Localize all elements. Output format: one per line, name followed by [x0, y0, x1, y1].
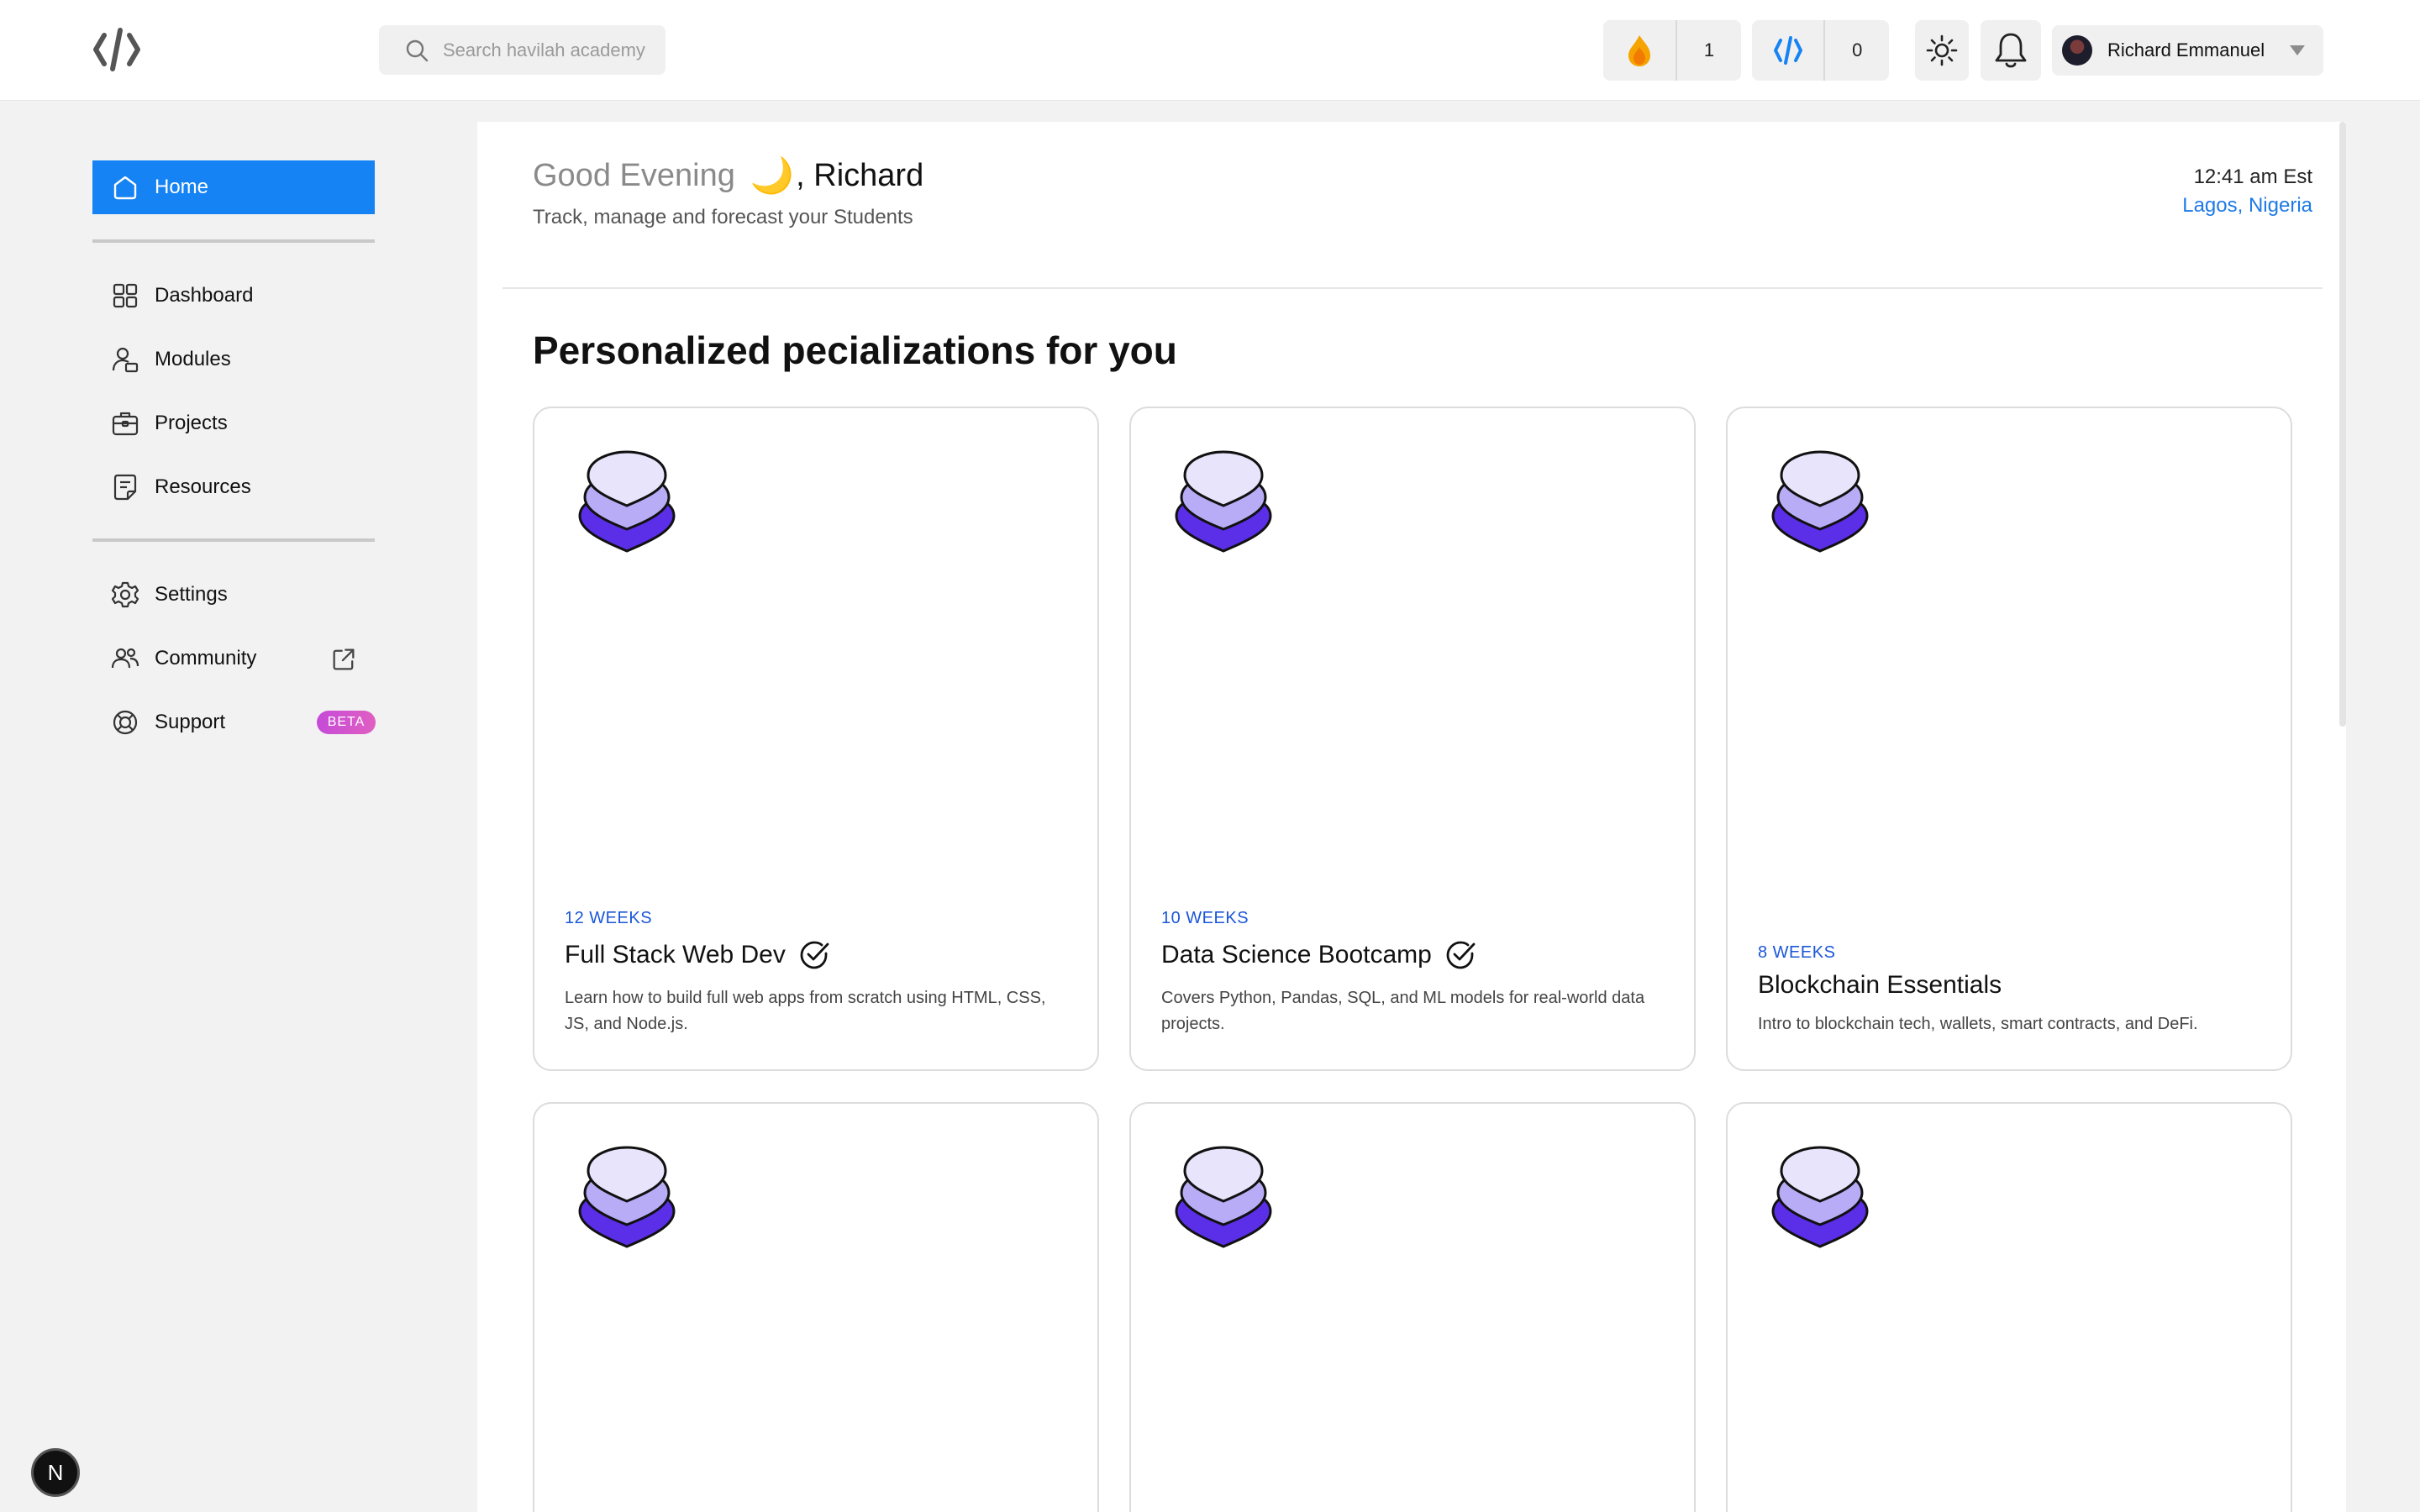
- greeting-text: Good Evening: [533, 158, 735, 193]
- main-scrollbar[interactable]: [2339, 122, 2346, 727]
- sidebar-item-support[interactable]: Support BETA: [92, 696, 376, 749]
- sidebar-item-dashboard[interactable]: Dashboard: [92, 269, 375, 323]
- local-time: 12:41 am Est: [2193, 165, 2312, 188]
- sidebar-item-label: Community: [155, 647, 257, 669]
- chevron-down-icon: [2290, 45, 2306, 55]
- card-duration: 8 WEEKS: [1758, 943, 1836, 962]
- sidebar-item-community[interactable]: Community: [92, 632, 375, 685]
- card-title: Full Stack Web Dev: [565, 941, 786, 969]
- home-icon: [113, 176, 137, 200]
- user-name: Richard Emmanuel: [2107, 39, 2265, 60]
- layers-stack-icon: [1771, 450, 1869, 553]
- streak-counter[interactable]: 1: [1603, 20, 1741, 81]
- specialization-card[interactable]: 12 WEEKS Full Stack Web Dev Learn how to…: [533, 407, 1099, 1071]
- card-description: Intro to blockchain tech, wallets, smart…: [1758, 1015, 2198, 1033]
- specialization-card[interactable]: [1726, 1102, 2292, 1512]
- specialization-card[interactable]: [1129, 1102, 1696, 1512]
- layers-stack-icon: [1175, 450, 1272, 553]
- greeting-name: , Richard: [796, 158, 924, 193]
- card-description: Learn how to build full web apps from sc…: [565, 989, 1046, 1033]
- sidebar-item-label: Resources: [155, 475, 251, 498]
- sun-icon: [1926, 34, 1958, 66]
- briefcase-icon: [112, 412, 139, 436]
- sidebar-item-modules[interactable]: Modules: [92, 333, 375, 386]
- avatar: [2062, 35, 2092, 66]
- bell-icon: [1995, 33, 2027, 68]
- sidebar-item-resources[interactable]: Resources: [92, 460, 375, 514]
- card-title: Data Science Bootcamp: [1161, 941, 1432, 969]
- external-link-icon[interactable]: [329, 645, 358, 674]
- sidebar-item-label: Support: [155, 711, 226, 733]
- sidebar-divider: [92, 239, 375, 243]
- sidebar-item-label: Projects: [155, 412, 228, 434]
- card-description: Covers Python, Pandas, SQL, and ML model…: [1161, 989, 1645, 1033]
- users-icon: [111, 648, 139, 669]
- location-link[interactable]: Lagos, Nigeria: [2182, 194, 2312, 218]
- layers-stack-icon: [1175, 1146, 1272, 1248]
- code-points-counter[interactable]: 0: [1752, 20, 1889, 81]
- sidebar-item-label: Modules: [155, 348, 231, 370]
- main-panel: Good Evening 🌙 , Richard Track, manage a…: [477, 122, 2346, 1512]
- nextjs-badge-button[interactable]: N: [31, 1448, 80, 1497]
- sidebar: Home Dashboard Modules Projects Resource…: [0, 102, 471, 1512]
- card-title: Blockchain Essentials: [1758, 971, 2002, 999]
- sidebar-item-settings[interactable]: Settings: [92, 568, 375, 622]
- search-icon: [406, 39, 429, 61]
- user-menu[interactable]: Richard Emmanuel: [2052, 25, 2323, 76]
- lifebuoy-icon: [113, 710, 138, 735]
- search-input[interactable]: [443, 39, 653, 61]
- specialization-card[interactable]: 10 WEEKS Data Science Bootcamp Covers Py…: [1129, 407, 1696, 1071]
- header-divider: [502, 287, 2323, 289]
- user-book-icon: [112, 347, 139, 373]
- theme-toggle-button[interactable]: [1915, 20, 1969, 81]
- top-bar: 1 0 Richard Emmanuel: [0, 0, 2420, 101]
- clock: 12:41 am Est Lagos, Nigeria: [2182, 165, 2312, 218]
- specialization-card[interactable]: 8 WEEKS Blockchain Essentials Intro to b…: [1726, 407, 2292, 1071]
- code-logo-icon[interactable]: [92, 25, 141, 74]
- beta-badge: BETA: [317, 711, 376, 734]
- layers-stack-icon: [578, 450, 676, 553]
- code-points-icon: [1773, 36, 1802, 65]
- card-duration: 10 WEEKS: [1161, 909, 1249, 927]
- section-title: Personalized pecializations for you: [533, 328, 1177, 372]
- check-circle-icon: [1446, 941, 1476, 969]
- search-box[interactable]: [379, 25, 666, 75]
- note-icon: [113, 474, 137, 501]
- notifications-button[interactable]: [1981, 20, 2041, 81]
- layers-stack-icon: [578, 1146, 676, 1248]
- layers-stack-icon: [1771, 1146, 1869, 1248]
- sidebar-divider: [92, 538, 375, 542]
- sidebar-item-label: Home: [155, 176, 209, 198]
- specialization-card[interactable]: [533, 1102, 1099, 1512]
- sidebar-item-label: Settings: [155, 583, 228, 606]
- code-points-count: 0: [1852, 39, 1863, 60]
- sidebar-item-projects[interactable]: Projects: [92, 396, 375, 450]
- flame-icon: [1628, 35, 1650, 66]
- sidebar-item-label: Dashboard: [155, 284, 254, 307]
- check-circle-icon: [800, 941, 829, 969]
- gear-icon: [111, 581, 139, 608]
- streak-count: 1: [1703, 39, 1715, 60]
- grid-icon: [113, 283, 138, 308]
- card-duration: 12 WEEKS: [565, 909, 653, 927]
- greeting: Good Evening 🌙 , Richard: [533, 155, 923, 197]
- moon-icon: 🌙: [750, 155, 795, 195]
- greeting-subtitle: Track, manage and forecast your Students: [533, 206, 913, 228]
- sidebar-item-home[interactable]: Home: [92, 160, 375, 214]
